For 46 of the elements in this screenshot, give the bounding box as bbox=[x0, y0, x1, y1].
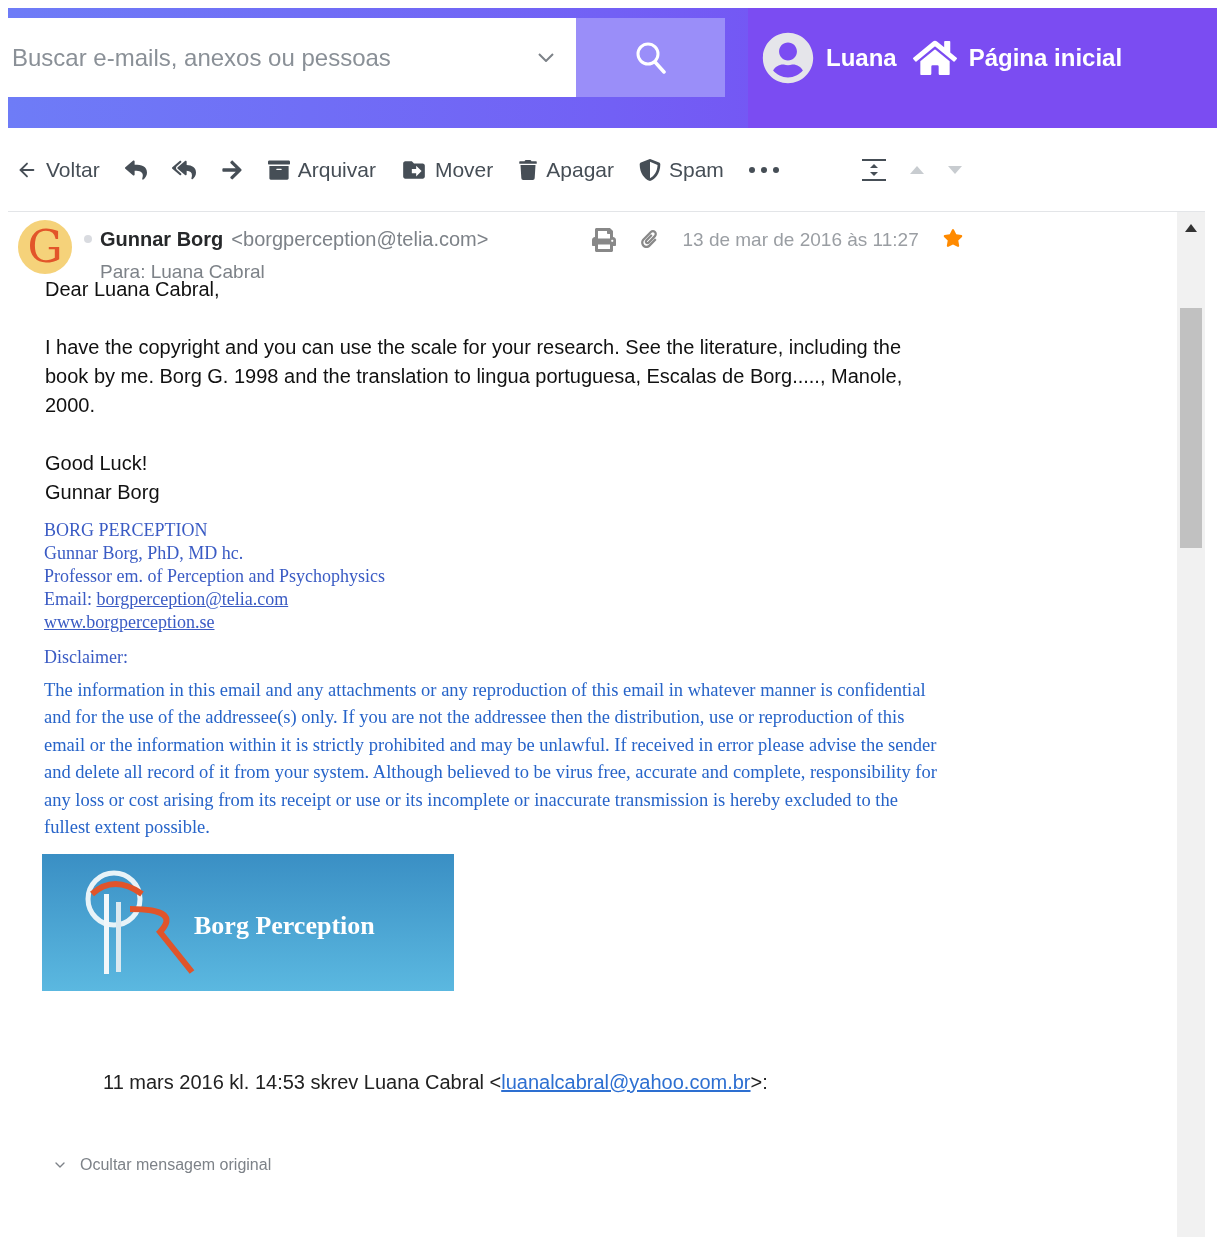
caret-up-icon bbox=[909, 165, 924, 174]
forward-icon bbox=[220, 158, 243, 181]
toolbar-button[interactable]: Voltar bbox=[12, 153, 104, 186]
shield-icon bbox=[639, 158, 661, 181]
signature-line: Email: borgperception@telia.com bbox=[44, 587, 289, 611]
scrollbar-thumb[interactable] bbox=[1180, 308, 1202, 548]
sender-avatar: G bbox=[18, 220, 72, 274]
toolbar-button[interactable]: Mover bbox=[396, 153, 498, 186]
profile-button[interactable]: Luana bbox=[762, 32, 897, 84]
disclaimer-text: The information in this email and any attachments or any reproduction of this email in whatever manner is confidential and for the use of the addressee(s) only. If you are not the addressee then the distribution, use or reproduction of this email or the information within it is strictly prohibited and may be unlawful. If received in error please advise the sender and delete all record of it from your system. Although believed to be virus free, accurate and complete, responsibility for any loss or cost arising from its receipt or use or its incomplete or inaccurate transmission is hereby excluded to the fullest extent possible. bbox=[44, 678, 938, 839]
home-link[interactable]: Página inicial bbox=[912, 36, 1123, 80]
sender-email: <borgperception@telia.com> bbox=[231, 227, 489, 252]
email-link[interactable]: luanalcabral@yahoo.com.br bbox=[501, 1070, 751, 1093]
search-icon bbox=[635, 41, 666, 74]
toolbar-button[interactable]: Arquivar bbox=[263, 153, 380, 186]
sender-name: Gunnar Borg bbox=[100, 227, 224, 252]
signature-line: BORG PERCEPTION bbox=[44, 518, 208, 542]
more-icon bbox=[748, 166, 779, 173]
scroll-up-arrow-icon[interactable] bbox=[1185, 224, 1197, 232]
avatar-icon bbox=[762, 32, 814, 84]
search-field[interactable]: Buscar e-mails, anexos ou pessoas bbox=[8, 18, 516, 97]
signature-line: Gunnar Borg, PhD, MD hc. bbox=[44, 541, 244, 565]
archive-icon bbox=[267, 158, 290, 181]
expand-icon bbox=[861, 158, 886, 181]
body-paragraph: I have the copyright and you can use the scale for your research. See the literature, including the book by me. Borg G. 1998 and the translation to lingua portuguesa, Escalas de Borg....., Manole, 2000. bbox=[45, 334, 904, 418]
star-button[interactable] bbox=[942, 228, 963, 248]
print-button[interactable] bbox=[592, 228, 617, 252]
reply-icon bbox=[124, 158, 147, 181]
date-text: 13 de mar de 2016 às 11:27 bbox=[682, 228, 919, 252]
disclaimer-label: Disclaimer: bbox=[44, 645, 128, 669]
banner-title: Borg Perception bbox=[194, 909, 375, 942]
chevron-down-icon bbox=[538, 53, 554, 62]
quote-header: 11 mars 2016 kl. 14:53 skrev Luana Cabral <luanalcabral@yahoo.com.br>: bbox=[103, 1069, 768, 1095]
trash-icon bbox=[518, 159, 539, 180]
search-button[interactable] bbox=[576, 18, 725, 97]
caret-down-icon bbox=[947, 165, 962, 174]
signature-line: Professor em. of Perception and Psychophysics bbox=[44, 564, 385, 588]
toolbar-button[interactable]: Apagar bbox=[514, 153, 618, 186]
hide-original-toggle[interactable]: Ocultar mensagem original bbox=[52, 1152, 272, 1177]
signature-link[interactable]: borgperception@telia.com bbox=[96, 588, 289, 609]
closing-line: Gunnar Borg bbox=[45, 479, 161, 505]
closing-line: Good Luck! bbox=[45, 450, 149, 476]
signature-link[interactable]: www.borgperception.se bbox=[44, 610, 215, 634]
expand-button[interactable] bbox=[861, 158, 886, 181]
paperclip-icon bbox=[640, 230, 659, 248]
toolbar-button[interactable]: Spam bbox=[635, 153, 728, 186]
